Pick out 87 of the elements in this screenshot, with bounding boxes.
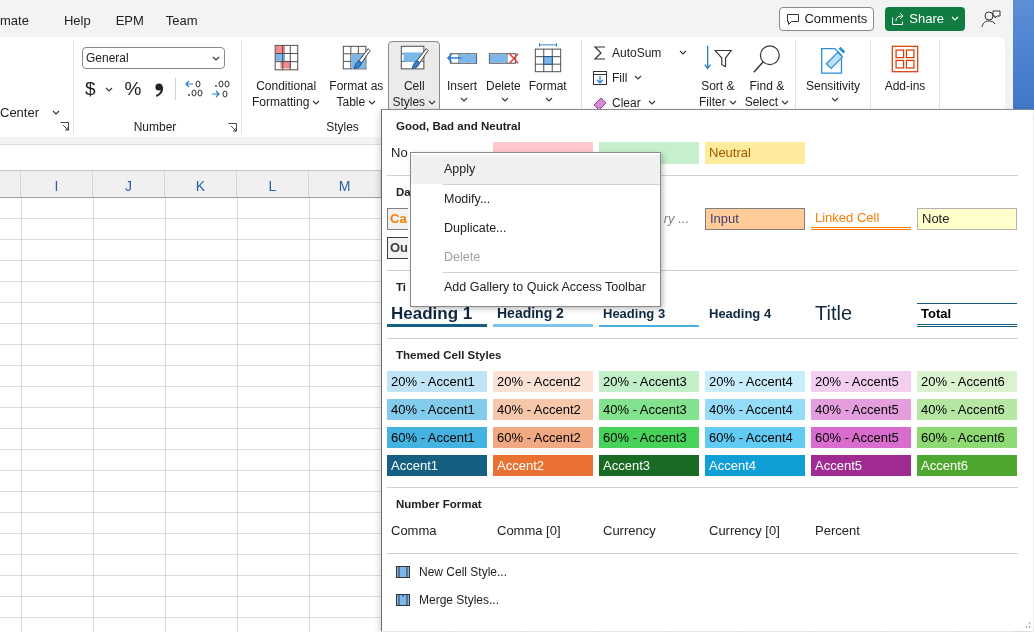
caret-icon: [951, 16, 959, 21]
menu-item[interactable]: New Cell Style...: [387, 558, 508, 586]
ribbon-button[interactable]: Add-ins: [880, 41, 930, 96]
menu-item[interactable]: Modify...: [411, 185, 660, 214]
ribbon-button[interactable]: Delete: [482, 41, 525, 106]
style-swatch[interactable]: 20% - Accent3: [599, 371, 699, 392]
style-swatch[interactable]: 60% - Accent5: [811, 427, 911, 448]
increase-decimal-icon: [210, 79, 231, 99]
four-squares-icon: [889, 43, 921, 75]
ribbon-tab[interactable]: Help: [52, 11, 105, 31]
caret-icon: [104, 86, 113, 92]
search-icon: [750, 43, 783, 75]
menu-item[interactable]: Apply: [411, 155, 660, 184]
ribbon-button[interactable]: Sensitivity: [802, 41, 864, 106]
ribbon-button[interactable]: Conditional Formatting: [248, 41, 325, 112]
group-label: Number: [133, 120, 177, 134]
style-swatch[interactable]: Title: [811, 303, 911, 327]
section-title: Themed Cell Styles: [395, 348, 502, 363]
person-icon: [981, 8, 1001, 29]
column-header[interactable]: I: [21, 171, 93, 197]
section-title: Ti: [395, 280, 406, 295]
column-header[interactable]: J: [93, 171, 165, 197]
ribbon-button[interactable]: Format: [524, 41, 571, 106]
style-swatch[interactable]: 20% - Accent4: [705, 371, 805, 392]
ribbon-button[interactable]: Format as Table: [325, 41, 388, 112]
currency-button[interactable]: $: [85, 78, 96, 100]
style-swatch[interactable]: 60% - Accent3: [599, 427, 699, 448]
style-swatch[interactable]: Accent3: [599, 455, 699, 476]
comma-icon: [153, 80, 166, 98]
delete-row-icon: [487, 52, 520, 65]
style-swatch[interactable]: Heading 4: [705, 303, 805, 327]
style-swatch[interactable]: 40% - Accent2: [493, 399, 593, 420]
style-swatch[interactable]: 20% - Accent1: [387, 371, 487, 392]
caret-icon: [52, 109, 61, 115]
ribbon-button[interactable]: Insert: [442, 41, 482, 106]
ribbon-button[interactable]: Cell Styles: [388, 41, 441, 112]
style-swatch[interactable]: 60% - Accent4: [705, 427, 805, 448]
speech-bubble-icon: [786, 11, 801, 26]
style-swatch[interactable]: 40% - Accent3: [599, 399, 699, 420]
group-label: Styles: [326, 119, 359, 134]
section-title: Good, Bad and Neutral: [395, 119, 521, 134]
style-swatch[interactable]: Accent5: [811, 455, 911, 476]
style-swatch[interactable]: 20% - Accent5: [811, 371, 911, 392]
column-header[interactable]: L: [237, 171, 309, 197]
dialog-launcher-icon: [228, 122, 237, 132]
share-button[interactable]: Share: [885, 6, 965, 31]
style-swatch[interactable]: 40% - Accent5: [811, 399, 911, 420]
style-swatch[interactable]: Input: [705, 208, 805, 230]
ribbon-button[interactable]: Fill: [592, 68, 695, 87]
ribbon-tab[interactable]: EPM: [104, 11, 155, 31]
column-header[interactable]: K: [165, 171, 237, 197]
style-swatch[interactable]: 60% - Accent6: [917, 427, 1017, 448]
style-swatch[interactable]: 40% - Accent6: [917, 399, 1017, 420]
ribbon-tab[interactable]: mate: [0, 11, 53, 31]
caret-icon: [212, 55, 220, 61]
menu-item[interactable]: Add Gallery to Quick Access Toolbar: [411, 273, 660, 302]
merge-center-button[interactable]: Center: [0, 104, 61, 120]
menu-item[interactable]: Duplicate...: [411, 214, 660, 243]
style-swatch[interactable]: 40% - Accent4: [705, 399, 805, 420]
fill-down-icon: [592, 69, 608, 86]
insert-row-icon: [446, 52, 478, 65]
style-swatch[interactable]: Accent1: [387, 455, 487, 476]
style-swatch[interactable]: 20% - Accent6: [917, 371, 1017, 392]
percent-button[interactable]: %: [124, 78, 142, 100]
ribbon-tab[interactable]: Team: [154, 11, 209, 31]
ribbon-button[interactable]: AutoSum: [592, 43, 695, 62]
merge-styles-icon: [395, 592, 411, 608]
style-swatch[interactable]: Neutral: [705, 142, 805, 164]
menu-item[interactable]: Merge Styles...: [387, 586, 500, 614]
number-format-dropdown[interactable]: General: [82, 47, 225, 69]
style-swatch[interactable]: 20% - Accent2: [493, 371, 593, 392]
share-icon: [891, 11, 906, 26]
style-swatch[interactable]: Note: [917, 208, 1017, 230]
cell-style-icon: [395, 564, 411, 580]
style-swatch[interactable]: Ou: [387, 237, 408, 259]
style-swatch[interactable]: ry ...: [659, 208, 699, 230]
sigma-icon: [592, 44, 608, 61]
style-swatch[interactable]: 40% - Accent1: [387, 399, 487, 420]
section-title: Da: [395, 185, 411, 200]
comments-button[interactable]: Comments: [779, 6, 875, 31]
dialog-launcher-icon: [60, 122, 69, 132]
ribbon-button[interactable]: Sort & Filter: [695, 41, 741, 112]
section-title: Number Format: [395, 497, 482, 512]
style-swatch[interactable]: 60% - Accent1: [387, 427, 487, 448]
ribbon-button[interactable]: Find & Select: [740, 41, 794, 112]
decrease-decimal-icon: [184, 79, 205, 99]
style-swatch[interactable]: 60% - Accent2: [493, 427, 593, 448]
